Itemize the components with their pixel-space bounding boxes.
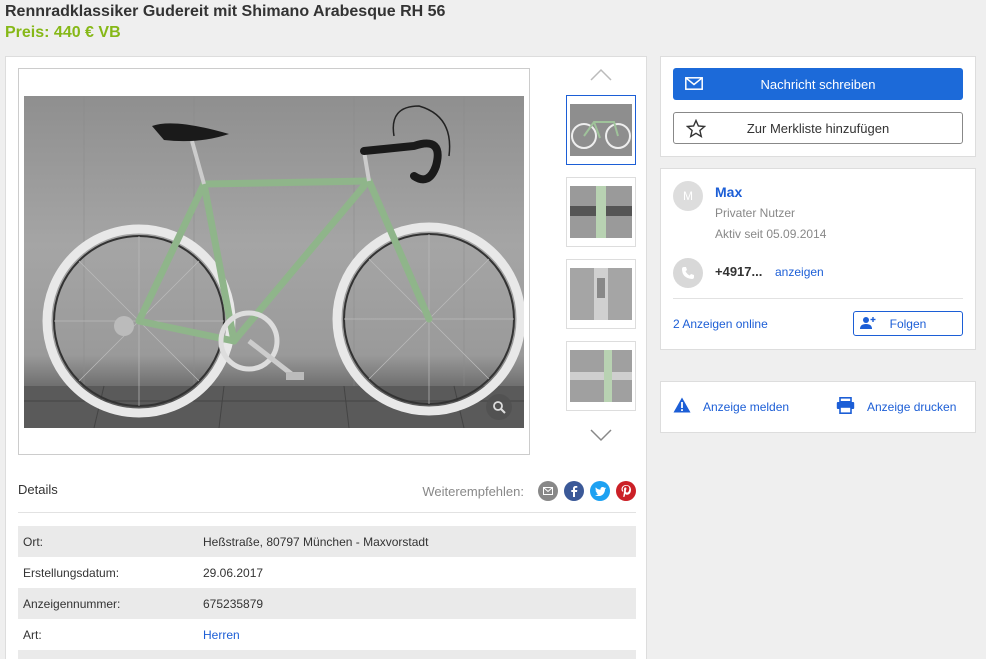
send-message-label: Nachricht schreiben bbox=[760, 76, 876, 92]
print-ad-link[interactable]: Anzeige drucken bbox=[836, 397, 956, 417]
report-ad-label: Anzeige melden bbox=[703, 399, 790, 414]
envelope-icon bbox=[685, 77, 703, 93]
share-label: Weiterempfehlen: bbox=[422, 483, 524, 499]
report-ad-link[interactable]: Anzeige melden bbox=[673, 397, 789, 416]
phone-number: +4917... bbox=[715, 264, 763, 279]
add-to-watchlist-button[interactable]: Zur Merkliste hinzufügen bbox=[673, 112, 963, 144]
follow-button[interactable]: Folgen bbox=[853, 311, 963, 336]
seller-card: M Max Privater Nutzer Aktiv seit 05.09.2… bbox=[660, 168, 976, 350]
attr-value: 29.06.2017 bbox=[203, 565, 264, 580]
thumbnail-4-image bbox=[570, 350, 632, 402]
thumbnail-2-image bbox=[570, 186, 632, 238]
main-photo[interactable] bbox=[24, 96, 524, 428]
table-row: Art: Herren bbox=[18, 619, 636, 650]
actions-card: Anzeige melden Anzeige drucken bbox=[660, 381, 976, 433]
star-icon bbox=[685, 118, 707, 141]
attr-key: Erstellungsdatum: bbox=[23, 565, 120, 580]
thumbnail-1[interactable] bbox=[566, 95, 636, 165]
send-message-button[interactable]: Nachricht schreiben bbox=[673, 68, 963, 100]
attr-value-link[interactable]: Herren bbox=[203, 628, 240, 642]
details-heading: Details bbox=[18, 482, 58, 497]
attr-key: Anzeigennummer: bbox=[23, 596, 121, 611]
facebook-icon[interactable] bbox=[564, 481, 584, 501]
attr-key: Art: bbox=[23, 627, 42, 642]
email-icon[interactable] bbox=[538, 481, 558, 501]
printer-icon bbox=[836, 397, 855, 417]
table-row: Anzeigennummer: 675235879 bbox=[18, 588, 636, 619]
thumbnail-1-image bbox=[570, 104, 632, 156]
print-ad-label: Anzeige drucken bbox=[867, 400, 957, 414]
twitter-icon[interactable] bbox=[590, 481, 610, 501]
seller-active-since: Aktiv seit 05.09.2014 bbox=[715, 227, 827, 241]
pinterest-icon[interactable] bbox=[616, 481, 636, 501]
attr-value: 675235879 bbox=[203, 596, 264, 611]
show-phone-link[interactable]: anzeigen bbox=[775, 265, 824, 279]
table-row: Ort: Heßstraße, 80797 München - Maxvorst… bbox=[18, 526, 636, 557]
warning-icon bbox=[673, 397, 691, 416]
contact-card: Nachricht schreiben Zur Merkliste hinzuf… bbox=[660, 56, 976, 157]
add-user-icon bbox=[860, 316, 876, 333]
details-header: Details Weiterempfehlen: bbox=[18, 477, 636, 513]
seller-type: Privater Nutzer bbox=[715, 206, 796, 220]
zoom-icon[interactable] bbox=[486, 394, 512, 420]
listing-title: Rennradklassiker Gudereit mit Shimano Ar… bbox=[5, 3, 446, 20]
listing-price: Preis: 440 € VB bbox=[5, 24, 121, 41]
ads-online-link[interactable]: 2 Anzeigen online bbox=[673, 317, 768, 331]
chevron-up-icon[interactable] bbox=[588, 66, 614, 84]
share-bar: Weiterempfehlen: bbox=[422, 481, 636, 501]
seller-name[interactable]: Max bbox=[715, 184, 742, 200]
thumbnail-strip bbox=[564, 62, 638, 447]
thumbnail-3-image bbox=[570, 268, 632, 320]
thumbnail-3[interactable] bbox=[566, 259, 636, 329]
watchlist-label: Zur Merkliste hinzufügen bbox=[746, 120, 890, 136]
attributes-table: Ort: Heßstraße, 80797 München - Maxvorst… bbox=[18, 526, 636, 659]
table-row bbox=[18, 650, 636, 659]
chevron-down-icon[interactable] bbox=[588, 426, 614, 444]
table-row: Erstellungsdatum: 29.06.2017 bbox=[18, 557, 636, 588]
attr-key: Ort: bbox=[23, 534, 43, 549]
follow-label: Folgen bbox=[889, 316, 927, 331]
divider bbox=[673, 298, 963, 299]
phone-icon bbox=[673, 258, 703, 288]
listing-main-card: Details Weiterempfehlen: Ort: Heßstraße,… bbox=[5, 56, 647, 659]
avatar: M bbox=[673, 181, 703, 211]
attr-value: Heßstraße, 80797 München - Maxvorstadt bbox=[203, 534, 429, 549]
thumbnail-2[interactable] bbox=[566, 177, 636, 247]
image-gallery bbox=[18, 68, 530, 455]
thumbnail-4[interactable] bbox=[566, 341, 636, 411]
bicycle-photo-illustration bbox=[24, 96, 524, 428]
